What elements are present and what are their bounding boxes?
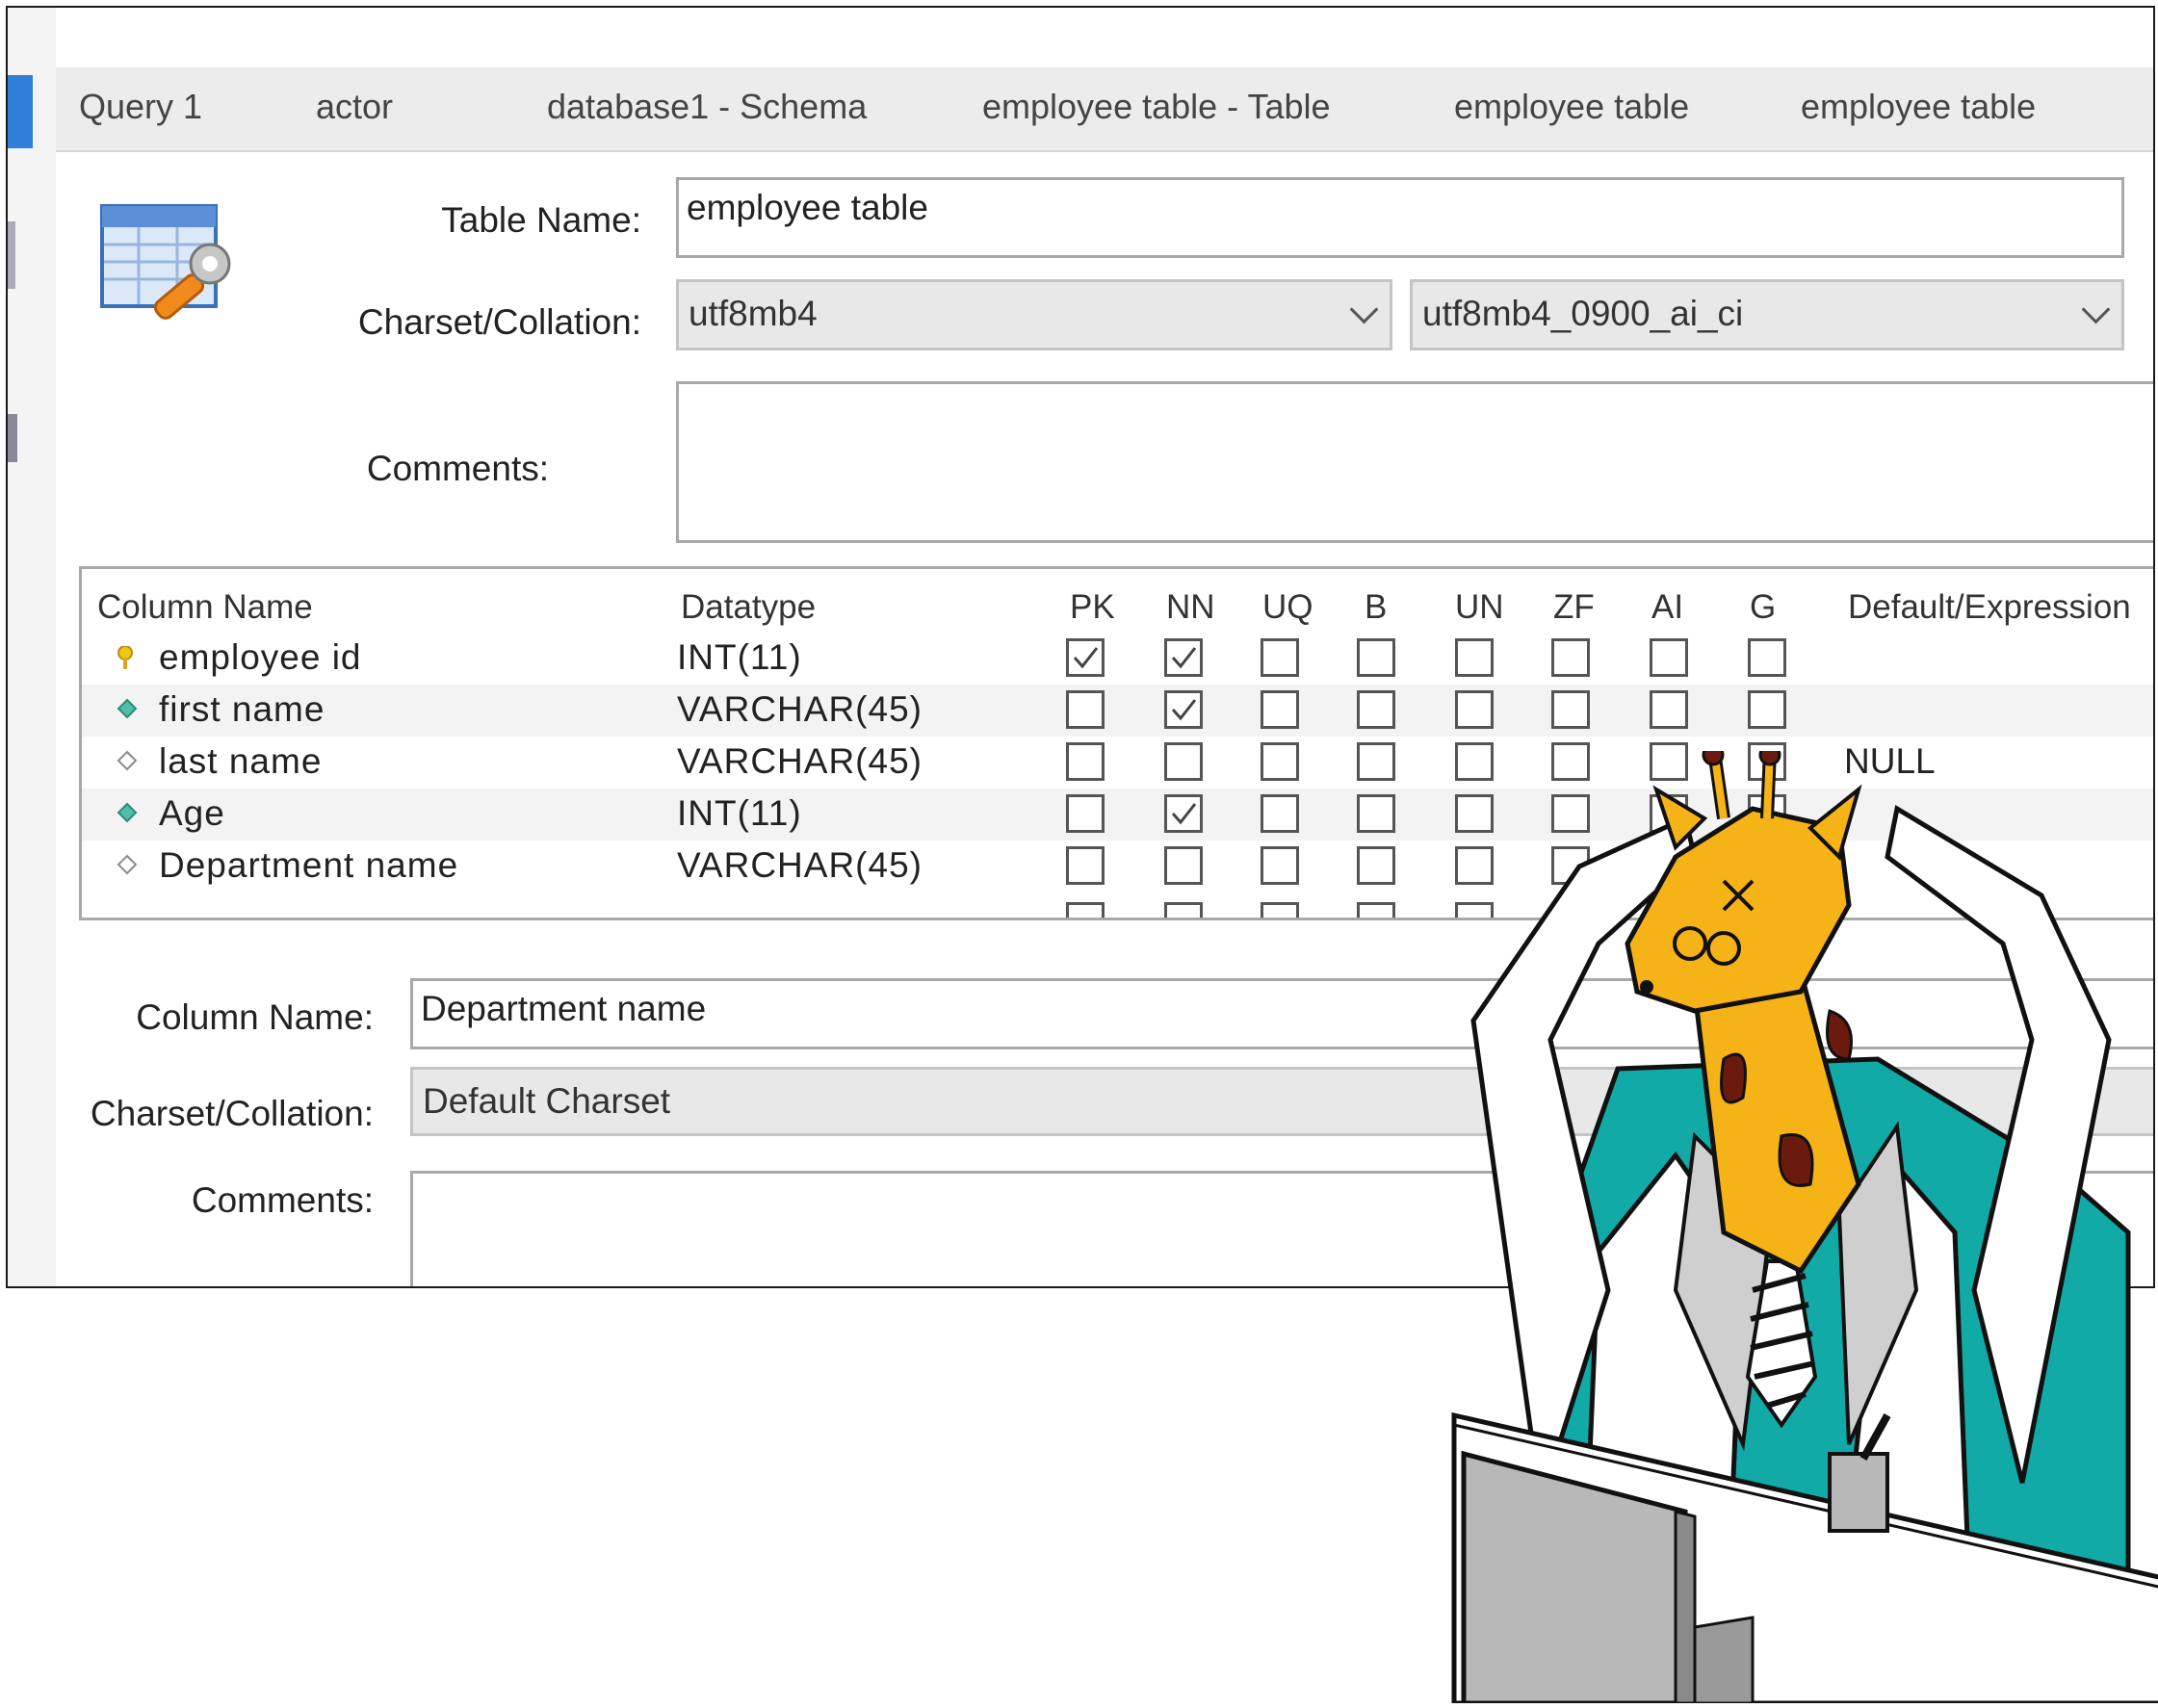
giraffe-cartoon-illustration bbox=[1435, 743, 2158, 1708]
checkbox-partial bbox=[1357, 902, 1395, 918]
checkbox-uq[interactable] bbox=[1261, 690, 1299, 729]
tab-query-1[interactable]: Query 1 bbox=[79, 87, 202, 127]
header-ai[interactable]: AI bbox=[1651, 588, 1683, 627]
column-comments-label: Comments: bbox=[191, 1180, 374, 1220]
checkbox-b[interactable] bbox=[1357, 638, 1395, 677]
checkbox-nn[interactable] bbox=[1164, 742, 1203, 781]
checkbox-uq[interactable] bbox=[1261, 638, 1299, 677]
checkbox-b[interactable] bbox=[1357, 742, 1395, 781]
checkbox-nn[interactable] bbox=[1164, 846, 1203, 885]
hollow-diamond-icon bbox=[117, 854, 138, 875]
checkbox-pk[interactable] bbox=[1066, 794, 1105, 833]
column-name-label: Column Name: bbox=[136, 997, 374, 1037]
header-uq[interactable]: UQ bbox=[1262, 588, 1313, 627]
table-name-input[interactable]: employee table bbox=[676, 177, 2124, 258]
datatype-cell[interactable]: VARCHAR(45) bbox=[677, 845, 923, 886]
checkbox-nn[interactable] bbox=[1164, 690, 1203, 729]
column-name-cell[interactable]: employee id bbox=[159, 637, 362, 678]
checkbox-pk[interactable] bbox=[1066, 742, 1105, 781]
table-charset-value: utf8mb4 bbox=[689, 294, 818, 333]
editor-tab-bar: Query 1 actor database1 - Schema employe… bbox=[56, 67, 2153, 152]
checkbox-g[interactable] bbox=[1748, 638, 1786, 677]
column-charset-label: Charset/Collation: bbox=[90, 1094, 374, 1133]
checkbox-partial bbox=[1261, 902, 1299, 918]
checkbox-zf[interactable] bbox=[1551, 638, 1590, 677]
filled-diamond-icon bbox=[117, 698, 138, 719]
checkbox-pk[interactable] bbox=[1066, 846, 1105, 885]
table-comments-label: Comments: bbox=[366, 449, 549, 488]
checkbox-pk[interactable] bbox=[1066, 638, 1105, 677]
hollow-diamond-icon bbox=[117, 750, 138, 771]
checkbox-zf[interactable] bbox=[1551, 690, 1590, 729]
chevron-down-icon bbox=[1349, 295, 1379, 324]
table-row[interactable]: employee id INT(11) bbox=[82, 633, 2153, 685]
table-collation-select[interactable]: utf8mb4_0900_ai_ci bbox=[1410, 279, 2124, 350]
checkbox-g[interactable] bbox=[1748, 690, 1786, 729]
filled-diamond-icon bbox=[117, 802, 138, 823]
header-pk[interactable]: PK bbox=[1070, 588, 1115, 627]
column-name-cell[interactable]: last name bbox=[159, 741, 322, 782]
checkbox-uq[interactable] bbox=[1261, 846, 1299, 885]
header-b[interactable]: B bbox=[1365, 588, 1387, 627]
left-divider-mark bbox=[8, 221, 15, 289]
checkbox-partial bbox=[1066, 902, 1105, 918]
chevron-down-icon bbox=[2081, 295, 2111, 324]
datatype-cell[interactable]: VARCHAR(45) bbox=[677, 741, 923, 782]
header-nn[interactable]: NN bbox=[1166, 588, 1215, 627]
datatype-cell[interactable]: INT(11) bbox=[677, 637, 802, 678]
header-zf[interactable]: ZF bbox=[1553, 588, 1595, 627]
tab-employee-table-table[interactable]: employee table - Table bbox=[982, 87, 1331, 127]
left-scroll-mark bbox=[8, 414, 17, 462]
checkbox-pk[interactable] bbox=[1066, 690, 1105, 729]
left-selected-indicator bbox=[8, 75, 33, 148]
table-charset-select[interactable]: utf8mb4 bbox=[676, 279, 1392, 350]
checkbox-uq[interactable] bbox=[1261, 742, 1299, 781]
header-default-expression[interactable]: Default/Expression bbox=[1848, 588, 2131, 627]
checkbox-partial bbox=[1164, 902, 1203, 918]
tab-employee-table[interactable]: employee table bbox=[1454, 87, 1689, 127]
checkbox-un[interactable] bbox=[1455, 638, 1494, 677]
table-editor-icon bbox=[96, 196, 250, 341]
tab-employee-table-2[interactable]: employee table bbox=[1801, 87, 2036, 127]
column-name-cell[interactable]: first name bbox=[159, 689, 325, 730]
header-g[interactable]: G bbox=[1750, 588, 1776, 627]
checkbox-uq[interactable] bbox=[1261, 794, 1299, 833]
table-comments-textarea[interactable] bbox=[676, 381, 2153, 543]
header-column-name[interactable]: Column Name bbox=[97, 588, 313, 627]
datatype-cell[interactable]: VARCHAR(45) bbox=[677, 689, 923, 730]
checkbox-b[interactable] bbox=[1357, 846, 1395, 885]
table-charset-label: Charset/Collation: bbox=[357, 302, 641, 342]
checkbox-b[interactable] bbox=[1357, 690, 1395, 729]
table-name-label: Table Name: bbox=[441, 200, 641, 240]
left-side-strip bbox=[8, 8, 56, 1286]
tab-database1-schema[interactable]: database1 - Schema bbox=[547, 87, 867, 127]
header-un[interactable]: UN bbox=[1455, 588, 1504, 627]
datatype-cell[interactable]: INT(11) bbox=[677, 793, 802, 834]
key-icon bbox=[117, 645, 134, 669]
checkbox-un[interactable] bbox=[1455, 690, 1494, 729]
checkbox-ai[interactable] bbox=[1650, 690, 1688, 729]
tab-actor[interactable]: actor bbox=[316, 87, 393, 127]
table-collation-value: utf8mb4_0900_ai_ci bbox=[1422, 294, 1744, 333]
checkbox-ai[interactable] bbox=[1650, 638, 1688, 677]
column-name-cell[interactable]: Department name bbox=[159, 845, 458, 886]
header-datatype[interactable]: Datatype bbox=[681, 588, 816, 627]
column-name-cell[interactable]: Age bbox=[159, 793, 225, 834]
column-charset-value: Default Charset bbox=[423, 1081, 671, 1121]
checkbox-nn[interactable] bbox=[1164, 794, 1203, 833]
checkbox-nn[interactable] bbox=[1164, 638, 1203, 677]
checkbox-b[interactable] bbox=[1357, 794, 1395, 833]
table-row[interactable]: first name VARCHAR(45) bbox=[82, 685, 2153, 737]
